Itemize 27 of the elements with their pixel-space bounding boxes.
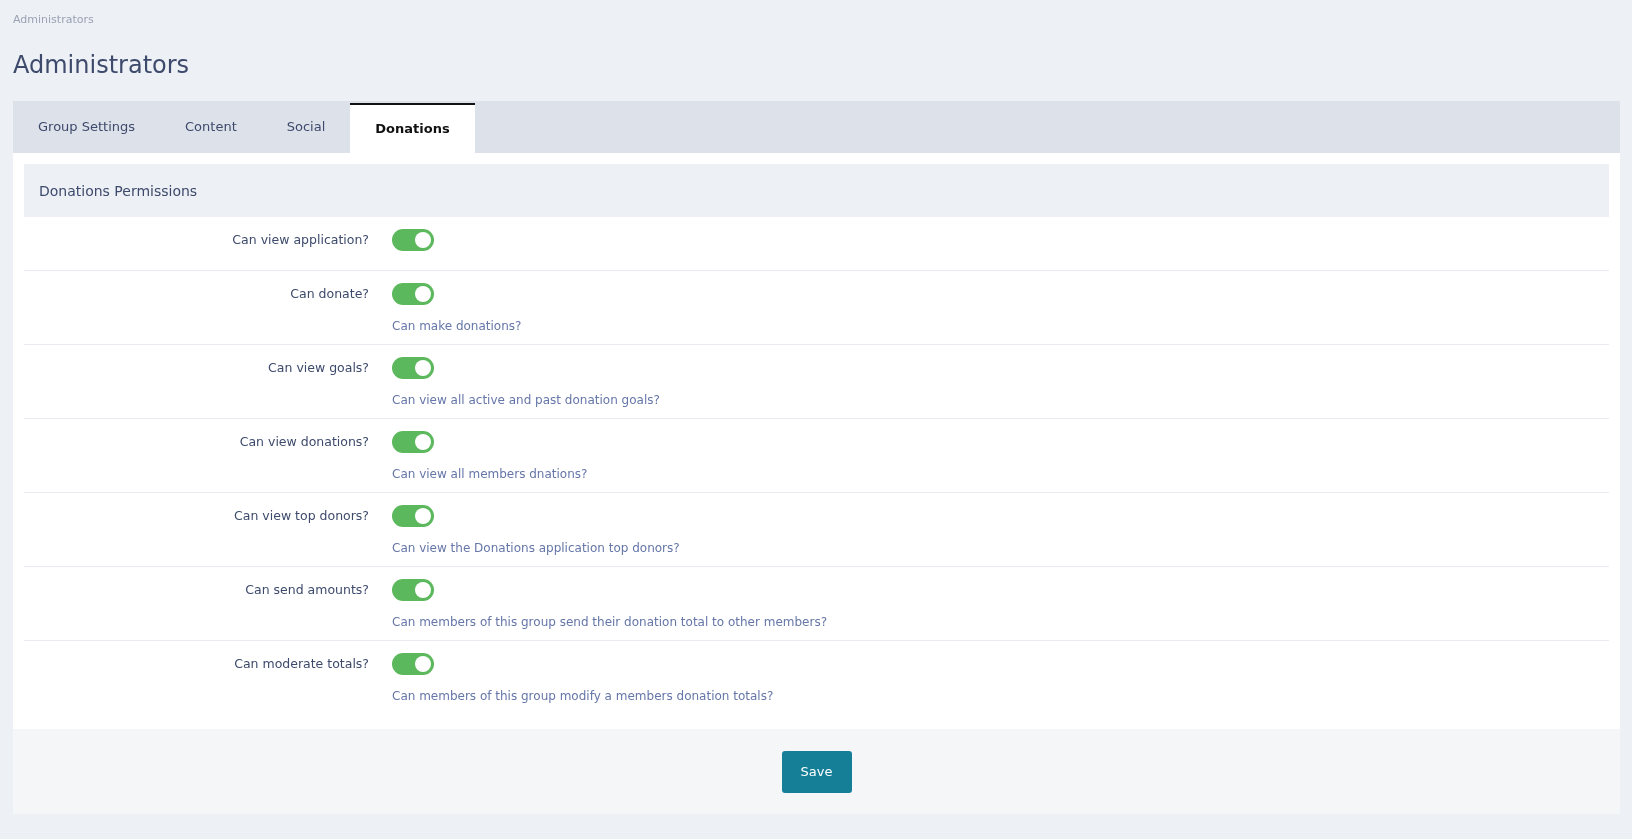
help-text: Can members of this group send their donation total to other members? (392, 615, 828, 629)
toggle-switch[interactable] (392, 431, 434, 453)
save-button[interactable]: Save (781, 750, 852, 793)
page-title: Administrators (13, 51, 191, 79)
permission-label: Can moderate totals? (234, 656, 369, 671)
permission-label: Can view application? (232, 232, 369, 247)
permission-label: Can view donations? (239, 434, 369, 449)
help-text: Can make donations? (392, 319, 522, 333)
toggle-switch[interactable] (392, 653, 434, 675)
tab[interactable]: Group Settings (13, 101, 161, 153)
help-text: Can view the Donations application top donors? (392, 541, 680, 555)
help-text: Can view all members dnations? (392, 467, 588, 481)
help-text: Can view all active and past donation goals? (392, 393, 660, 407)
section-title: Donations Permissions (39, 182, 198, 199)
permission-label: Can donate? (290, 286, 369, 301)
toggle-switch[interactable] (392, 505, 434, 527)
toggle-switch[interactable] (392, 579, 434, 601)
toggle-switch[interactable] (392, 357, 434, 379)
toggle-switch[interactable] (392, 229, 434, 251)
tab[interactable]: Content (160, 101, 262, 153)
help-text: Can members of this group modify a members donation totals? (392, 689, 774, 703)
permission-label: Can view top donors? (234, 508, 369, 523)
tab[interactable]: Social (261, 101, 351, 153)
permission-label: Can view goals? (268, 360, 369, 375)
tab[interactable]: Donations (350, 103, 475, 153)
permission-label: Can send amounts? (245, 582, 369, 597)
toggle-switch[interactable] (392, 283, 434, 305)
